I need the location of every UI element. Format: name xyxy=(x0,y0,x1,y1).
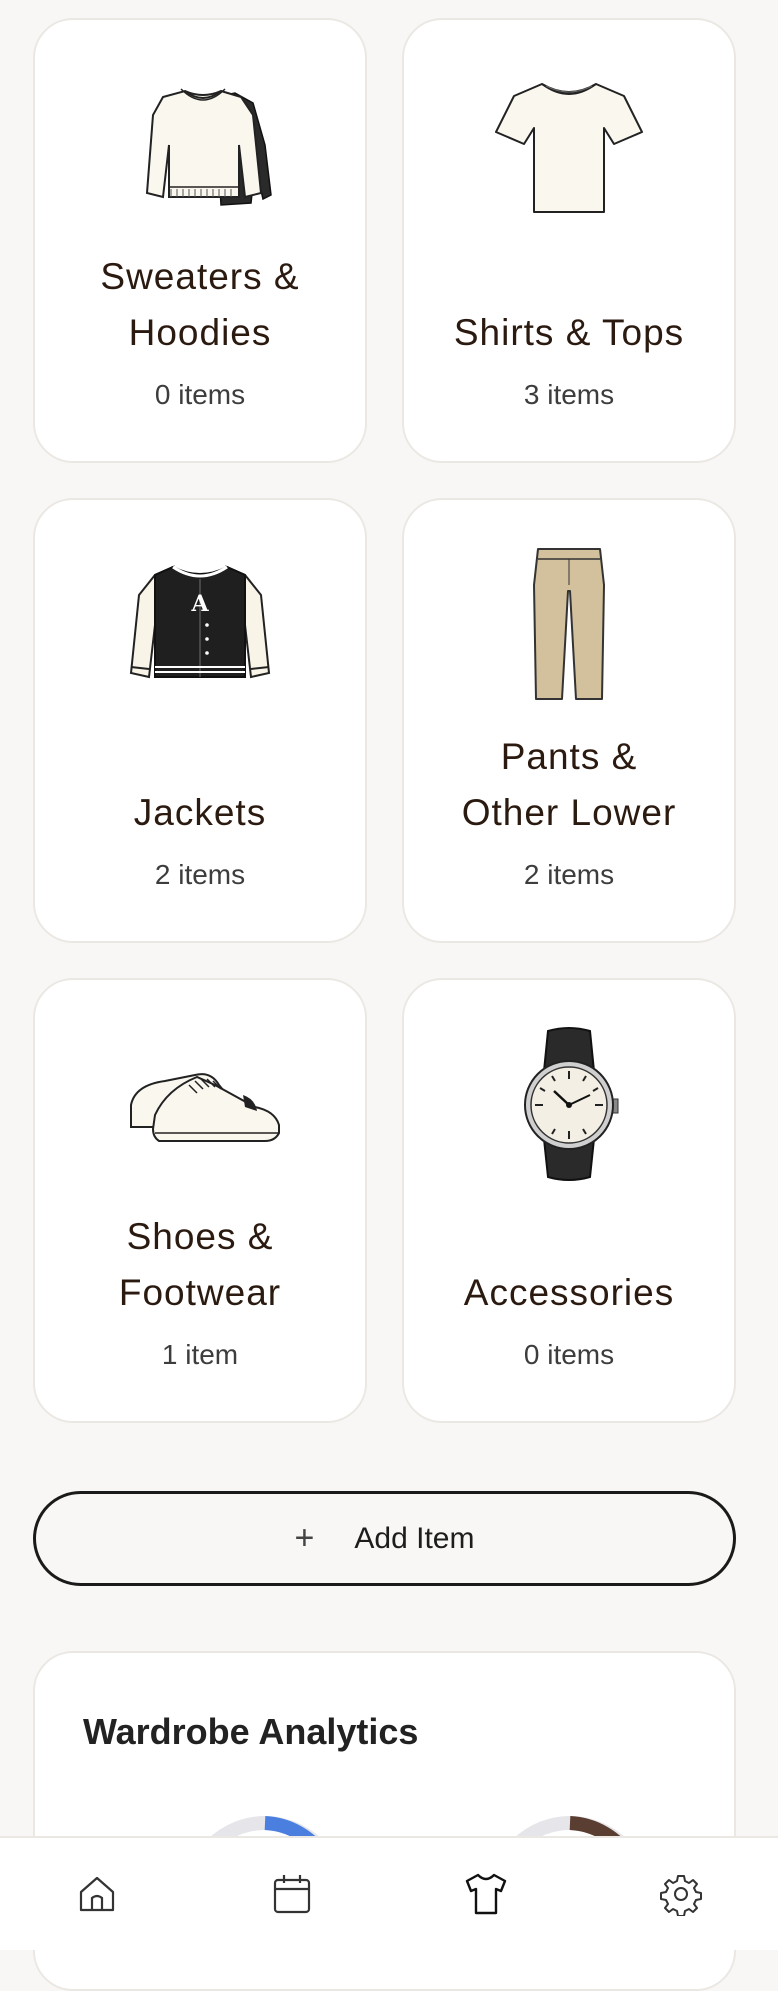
pants-icon xyxy=(533,548,605,700)
category-card-jackets[interactable]: A Jackets 2 items xyxy=(33,498,367,943)
wristwatch-icon xyxy=(524,1027,619,1181)
wardrobe-shirt-icon xyxy=(466,1873,507,1915)
bottom-navigation-bar xyxy=(0,1836,778,1950)
sneakers-icon xyxy=(130,1073,280,1142)
category-item-count: 0 items xyxy=(154,379,246,410)
nav-home[interactable] xyxy=(57,1854,137,1934)
analytics-title: Wardrobe Analytics xyxy=(83,1711,419,1752)
sweater-hoodie-icon xyxy=(145,88,272,206)
category-card-sweaters[interactable]: Sweaters & Hoodies 0 items xyxy=(33,18,367,463)
nav-wardrobe[interactable] xyxy=(446,1854,526,1934)
category-name: Pants & Other Lower xyxy=(461,736,677,833)
category-card-shoes[interactable]: Shoes & Footwear 1 item xyxy=(33,978,367,1423)
category-name: Shoes & Footwear xyxy=(118,1216,282,1313)
add-item-button[interactable]: + Add Item xyxy=(33,1491,736,1586)
category-item-count: 0 items xyxy=(523,1339,615,1370)
category-item-count: 2 items xyxy=(523,859,615,890)
category-name: Sweaters & Hoodies xyxy=(100,256,300,353)
nav-settings[interactable] xyxy=(641,1854,721,1934)
nav-calendar[interactable] xyxy=(252,1854,332,1934)
svg-text:A: A xyxy=(190,591,209,617)
settings-gear-icon xyxy=(659,1875,702,1916)
category-card-pants[interactable]: Pants & Other Lower 2 items xyxy=(402,498,736,943)
plus-icon: + xyxy=(294,1519,315,1557)
category-item-count: 2 items xyxy=(154,859,246,890)
varsity-jacket-icon: A xyxy=(129,565,271,679)
category-card-shirts[interactable]: Shirts & Tops 3 items xyxy=(402,18,736,463)
category-card-accessories[interactable]: Accessories 0 items xyxy=(402,978,736,1423)
category-item-count: 3 items xyxy=(523,379,615,410)
category-name: Shirts & Tops xyxy=(453,312,685,353)
calendar-icon xyxy=(273,1875,310,1914)
category-grid: Sweaters & Hoodies 0 items Shirts & Tops… xyxy=(33,18,736,1423)
add-item-label: Add Item xyxy=(354,1521,475,1555)
tshirt-icon xyxy=(495,83,643,213)
category-name: Jackets xyxy=(133,792,267,833)
category-name: Accessories xyxy=(463,1272,675,1313)
home-icon xyxy=(80,1876,115,1912)
category-item-count: 1 item xyxy=(161,1339,239,1370)
